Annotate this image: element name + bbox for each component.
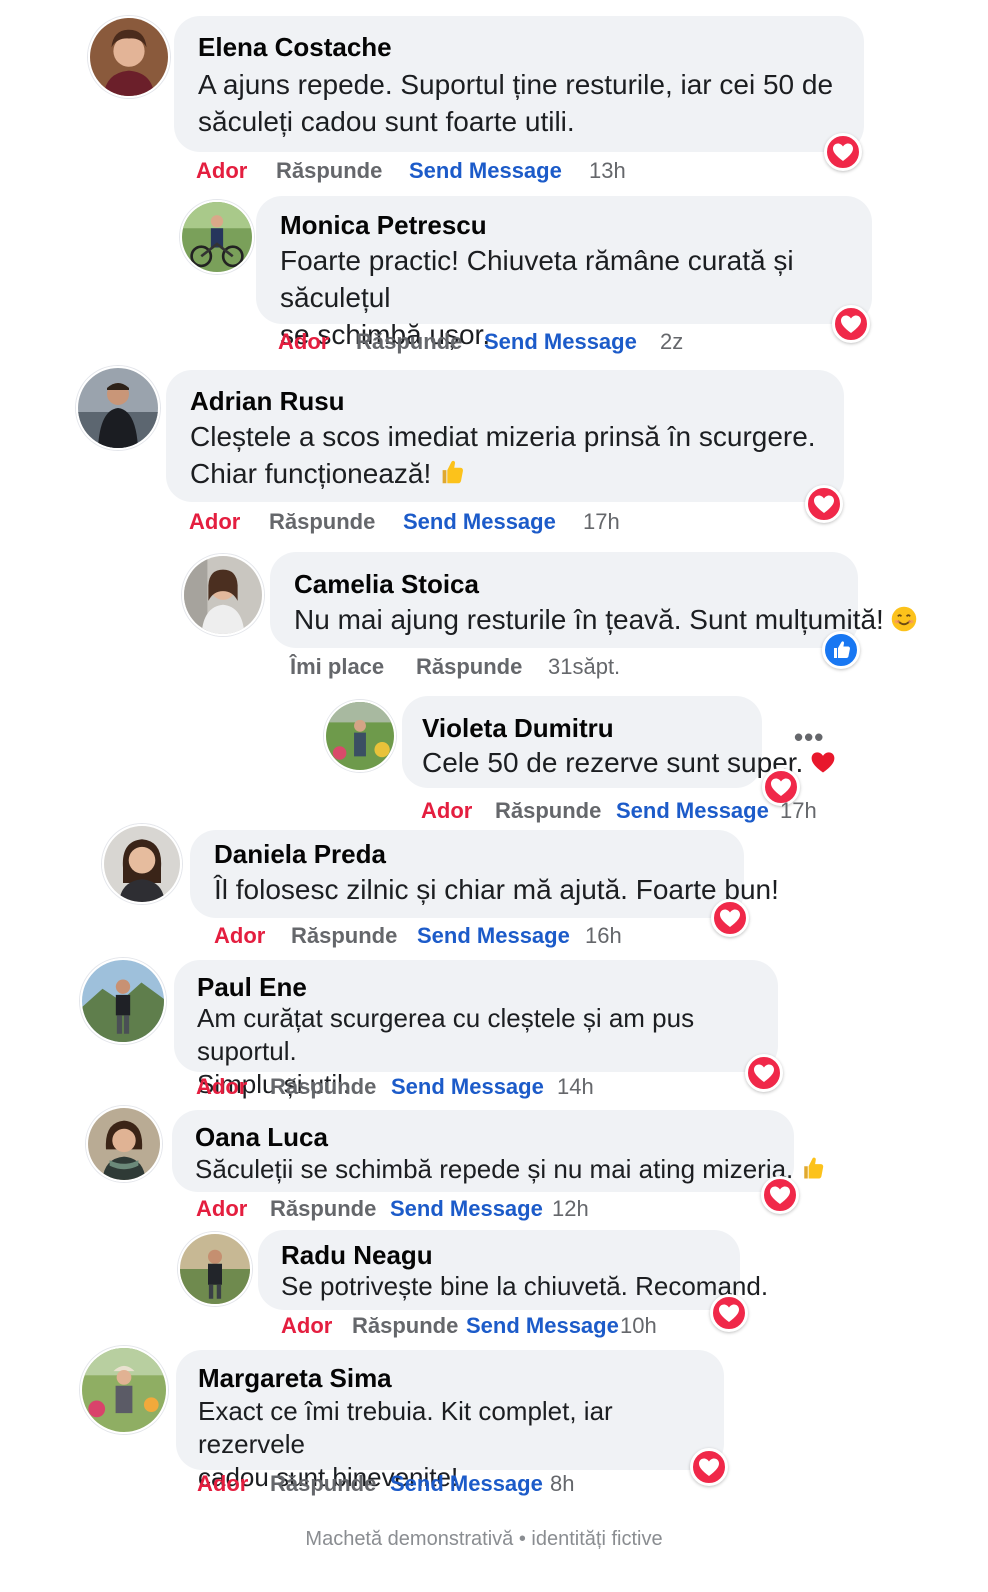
love-button[interactable]: Ador	[197, 1471, 248, 1497]
avatar[interactable]	[80, 1346, 168, 1434]
reply-button[interactable]: Răspunde	[270, 1471, 376, 1497]
heart-reaction-icon[interactable]	[690, 1448, 728, 1486]
send-message-link[interactable]: Send Message	[390, 1471, 543, 1497]
comment-margareta-sima: Margareta Sima Exact ce îmi trebuia. Kit…	[0, 0, 988, 1510]
timestamp[interactable]: 8h	[550, 1471, 574, 1497]
author-name[interactable]: Margareta Sima	[198, 1363, 392, 1393]
footer-disclaimer: Machetă demonstrativă • identități ficti…	[305, 1528, 663, 1550]
